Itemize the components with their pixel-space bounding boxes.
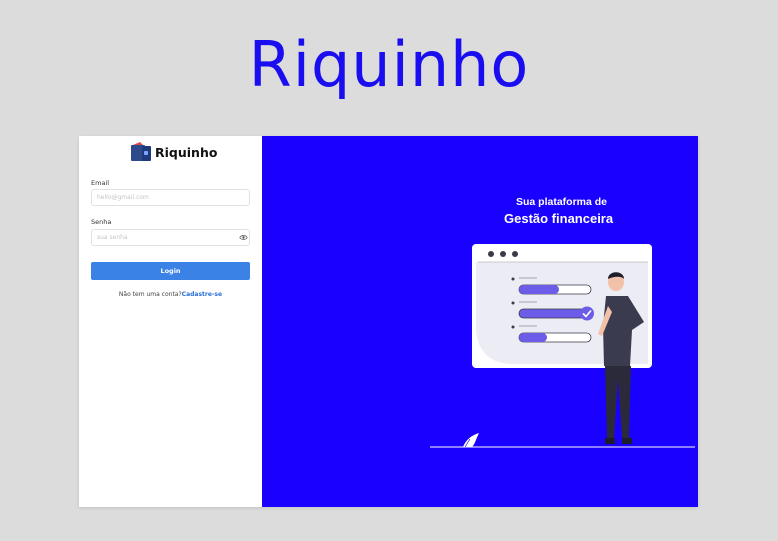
app-window: Riquinho Email Senha Login Não tem uma c… bbox=[79, 136, 698, 507]
password-label: Senha bbox=[91, 218, 112, 226]
promo-panel: Sua plataforma de Gestão financeira bbox=[262, 136, 698, 507]
eye-icon[interactable] bbox=[239, 233, 248, 242]
email-field[interactable] bbox=[91, 189, 250, 206]
login-panel: Riquinho Email Senha Login Não tem uma c… bbox=[79, 136, 262, 507]
email-label: Email bbox=[91, 179, 110, 187]
signup-link[interactable]: Cadastre-se bbox=[182, 291, 222, 298]
login-button[interactable]: Login bbox=[91, 262, 250, 280]
wallet-icon bbox=[131, 142, 151, 161]
hero-title: Riquinho bbox=[248, 28, 530, 101]
brand-header: Riquinho bbox=[130, 141, 217, 163]
signup-prompt: Não tem uma conta? bbox=[118, 291, 182, 298]
password-field[interactable] bbox=[91, 229, 250, 246]
person-checklist-illustration bbox=[430, 244, 695, 448]
brand-name: Riquinho bbox=[155, 144, 218, 160]
signup-row: Não tem uma conta?Cadastre-se bbox=[79, 291, 262, 298]
